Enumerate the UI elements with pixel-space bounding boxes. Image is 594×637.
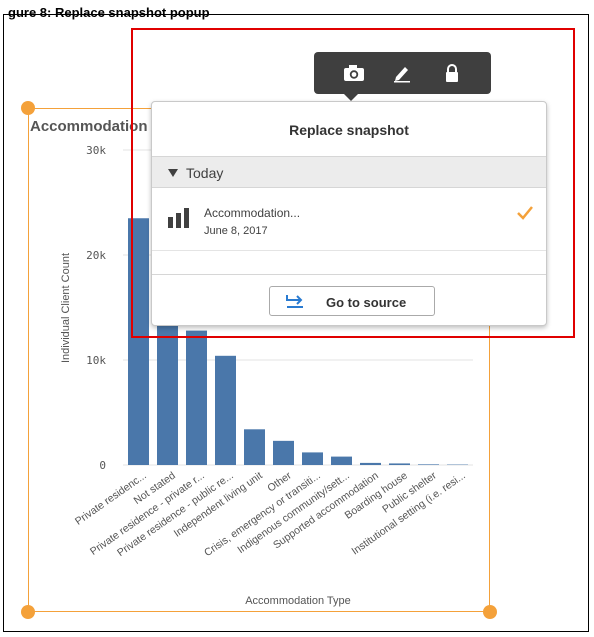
y-tick-label: 10k — [86, 354, 106, 367]
x-tick-label: Private residence - private r... — [88, 470, 207, 558]
y-axis-title: Individual Client Count — [60, 253, 72, 363]
y-tick-label: 20k — [86, 249, 106, 262]
bar — [302, 452, 323, 465]
x-axis-title: Accommodation Type — [245, 595, 351, 607]
bar — [360, 462, 381, 465]
bar — [186, 330, 207, 465]
bar — [215, 355, 236, 465]
bar — [418, 464, 439, 465]
bar — [389, 463, 410, 465]
y-tick-label: 30k — [86, 144, 106, 157]
y-tick-label: 0 — [99, 459, 106, 472]
bar — [244, 429, 265, 465]
highlight-box — [131, 28, 575, 338]
bar — [273, 440, 294, 465]
bar — [331, 456, 352, 465]
